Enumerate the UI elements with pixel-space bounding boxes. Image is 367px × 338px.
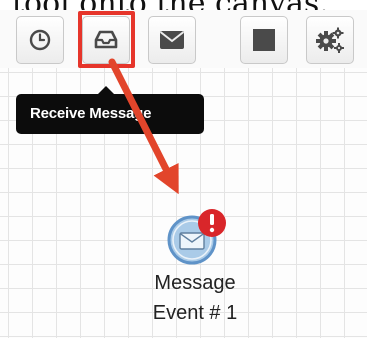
event-label-line2: Event # 1 <box>152 302 238 324</box>
exclamation-icon <box>198 209 226 237</box>
event-label-line1: Message <box>154 272 236 294</box>
